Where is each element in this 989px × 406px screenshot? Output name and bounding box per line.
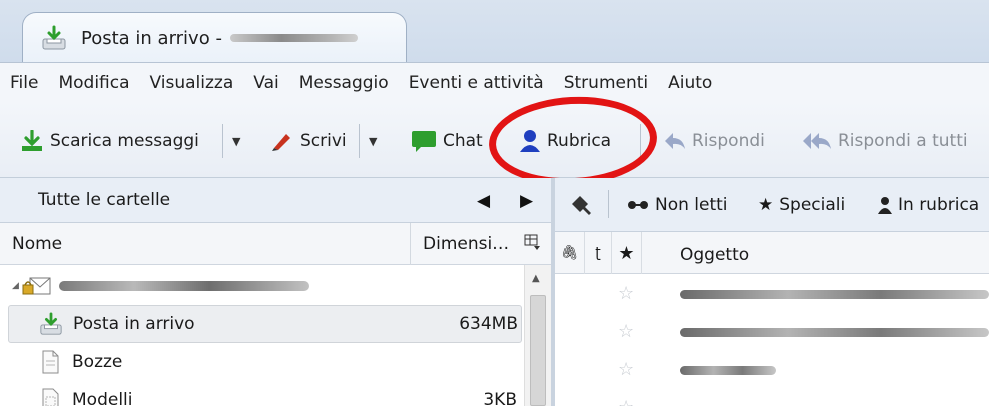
column-size[interactable]: Dimensi…	[410, 223, 520, 265]
message-row[interactable]: ☆	[555, 350, 989, 388]
reply-button[interactable]: Rispondi	[664, 126, 765, 156]
main-toolbar: Scarica messaggi ▼ Scrivi ▼ Chat Rubrica	[0, 102, 989, 178]
chat-bubble-icon	[412, 131, 436, 152]
menu-messaggio[interactable]: Messaggio	[299, 73, 389, 93]
write-dropdown[interactable]: ▼	[369, 126, 377, 156]
star-icon: ★	[618, 242, 635, 264]
inbox-download-icon	[40, 312, 62, 335]
filter-starred-button[interactable]: ★ Speciali	[758, 195, 845, 215]
folder-name: Bozze	[72, 352, 123, 372]
inbox-download-icon	[42, 25, 66, 50]
message-row[interactable]: ☆	[555, 388, 989, 406]
filter-starred-label: Speciali	[779, 195, 846, 215]
chat-button[interactable]: Chat	[411, 126, 483, 156]
collapse-triangle-icon[interactable]: ◢	[12, 281, 19, 291]
folder-row-templates[interactable]: Modelli 3KB	[0, 381, 520, 406]
folder-tree: ◢ Posta in arrivo 634MB Bozze Modelli 3K…	[0, 265, 551, 406]
chat-label: Chat	[443, 131, 483, 151]
account-row[interactable]: ◢	[0, 267, 520, 305]
prev-mode-arrow-icon[interactable]: ◀	[477, 191, 490, 211]
paperclip-icon: 🖇	[560, 245, 579, 261]
menu-bar: File Modifica Visualizza Vai Messaggio E…	[0, 62, 989, 102]
thread-column[interactable]: ʈ	[585, 232, 612, 274]
star-outline-icon[interactable]: ☆	[618, 283, 634, 304]
scroll-up-arrow-icon[interactable]: ▲	[532, 273, 540, 284]
reply-all-label: Rispondi a tutti	[838, 131, 968, 151]
column-picker-icon[interactable]	[524, 233, 542, 251]
star-outline-icon[interactable]: ☆	[618, 397, 634, 406]
address-book-label: Rubrica	[547, 131, 612, 151]
folder-mode-label: Tutte le cartelle	[38, 190, 171, 210]
star-column[interactable]: ★	[612, 232, 642, 274]
address-book-button[interactable]: Rubrica	[519, 126, 611, 156]
reply-all-arrow-icon	[803, 133, 831, 149]
star-icon: ★	[758, 195, 774, 215]
attachment-column[interactable]: 🖇	[555, 232, 585, 274]
filter-separator	[608, 190, 609, 218]
menu-aiuto[interactable]: Aiuto	[668, 73, 712, 93]
filter-unread-button[interactable]: Non letti	[627, 195, 728, 215]
message-column-header: 🖇 ʈ ★ Oggetto	[555, 232, 989, 274]
menu-modifica[interactable]: Modifica	[58, 73, 129, 93]
folder-name: Modelli	[72, 390, 133, 406]
templates-icon	[42, 388, 59, 406]
contact-person-icon	[520, 130, 540, 152]
get-messages-label: Scarica messaggi	[50, 131, 199, 151]
chevron-down-icon: ▼	[232, 134, 241, 148]
reply-all-button[interactable]: Rispondi a tutti	[802, 126, 968, 156]
folder-name: Posta in arrivo	[73, 314, 195, 334]
redacted-subject	[680, 290, 989, 299]
quick-filter-bar: Non letti ★ Speciali In rubrica	[555, 178, 989, 232]
message-row[interactable]: ☆	[555, 312, 989, 350]
filter-unread-label: Non letti	[655, 195, 728, 215]
person-icon	[878, 197, 892, 214]
write-label: Scrivi	[300, 131, 347, 151]
write-button[interactable]: Scrivi	[270, 126, 347, 156]
redacted-subject	[680, 328, 989, 337]
folder-row-inbox[interactable]: Posta in arrivo 634MB	[8, 305, 522, 343]
folder-scrollbar[interactable]: ▲	[524, 265, 551, 406]
get-messages-button[interactable]: Scarica messaggi	[20, 126, 199, 156]
menu-vai[interactable]: Vai	[253, 73, 278, 93]
mail-account-icon	[22, 277, 51, 295]
reply-label: Rispondi	[692, 131, 765, 151]
redacted-subject	[680, 366, 776, 375]
folder-column-header: Nome Dimensi…	[0, 223, 551, 265]
get-messages-dropdown[interactable]: ▼	[232, 126, 240, 156]
toolbar-separator	[222, 124, 223, 158]
toolbar-separator	[640, 124, 641, 158]
message-row[interactable]: ☆	[555, 274, 989, 312]
filter-contacts-label: In rubrica	[898, 195, 980, 215]
tab-bar: Posta in arrivo -	[0, 0, 989, 63]
glasses-icon	[628, 201, 648, 209]
menu-visualizza[interactable]: Visualizza	[150, 73, 234, 93]
menu-strumenti[interactable]: Strumenti	[564, 73, 648, 93]
menu-file[interactable]: File	[10, 73, 38, 93]
column-name[interactable]: Nome	[12, 234, 62, 254]
folder-size: 3KB	[483, 390, 517, 406]
reply-arrow-icon	[665, 133, 685, 149]
redacted-account	[58, 281, 309, 291]
folder-pane-header: Tutte le cartelle ◀ ▶	[0, 178, 551, 223]
tab-inbox[interactable]: Posta in arrivo -	[22, 12, 407, 63]
message-list: ☆ ☆ ☆ ☆	[555, 274, 989, 406]
pencil-icon	[272, 134, 290, 151]
folder-row-drafts[interactable]: Bozze	[0, 343, 520, 381]
menu-eventi[interactable]: Eventi e attività	[409, 73, 544, 93]
drafts-icon	[42, 350, 59, 374]
thread-icon: ʈ	[595, 245, 601, 261]
column-subject[interactable]: Oggetto	[680, 245, 749, 265]
tab-title: Posta in arrivo -	[81, 27, 222, 49]
redacted-account	[229, 34, 358, 42]
download-icon	[22, 130, 42, 151]
toolbar-separator	[359, 124, 360, 158]
scrollbar-thumb[interactable]	[530, 295, 546, 406]
pin-icon[interactable]	[571, 193, 597, 217]
next-mode-arrow-icon[interactable]: ▶	[520, 191, 533, 211]
chevron-down-icon: ▼	[369, 134, 378, 148]
filter-contacts-button[interactable]: In rubrica	[878, 195, 979, 215]
folder-size: 634MB	[459, 314, 518, 334]
star-outline-icon[interactable]: ☆	[618, 359, 634, 380]
star-outline-icon[interactable]: ☆	[618, 321, 634, 342]
